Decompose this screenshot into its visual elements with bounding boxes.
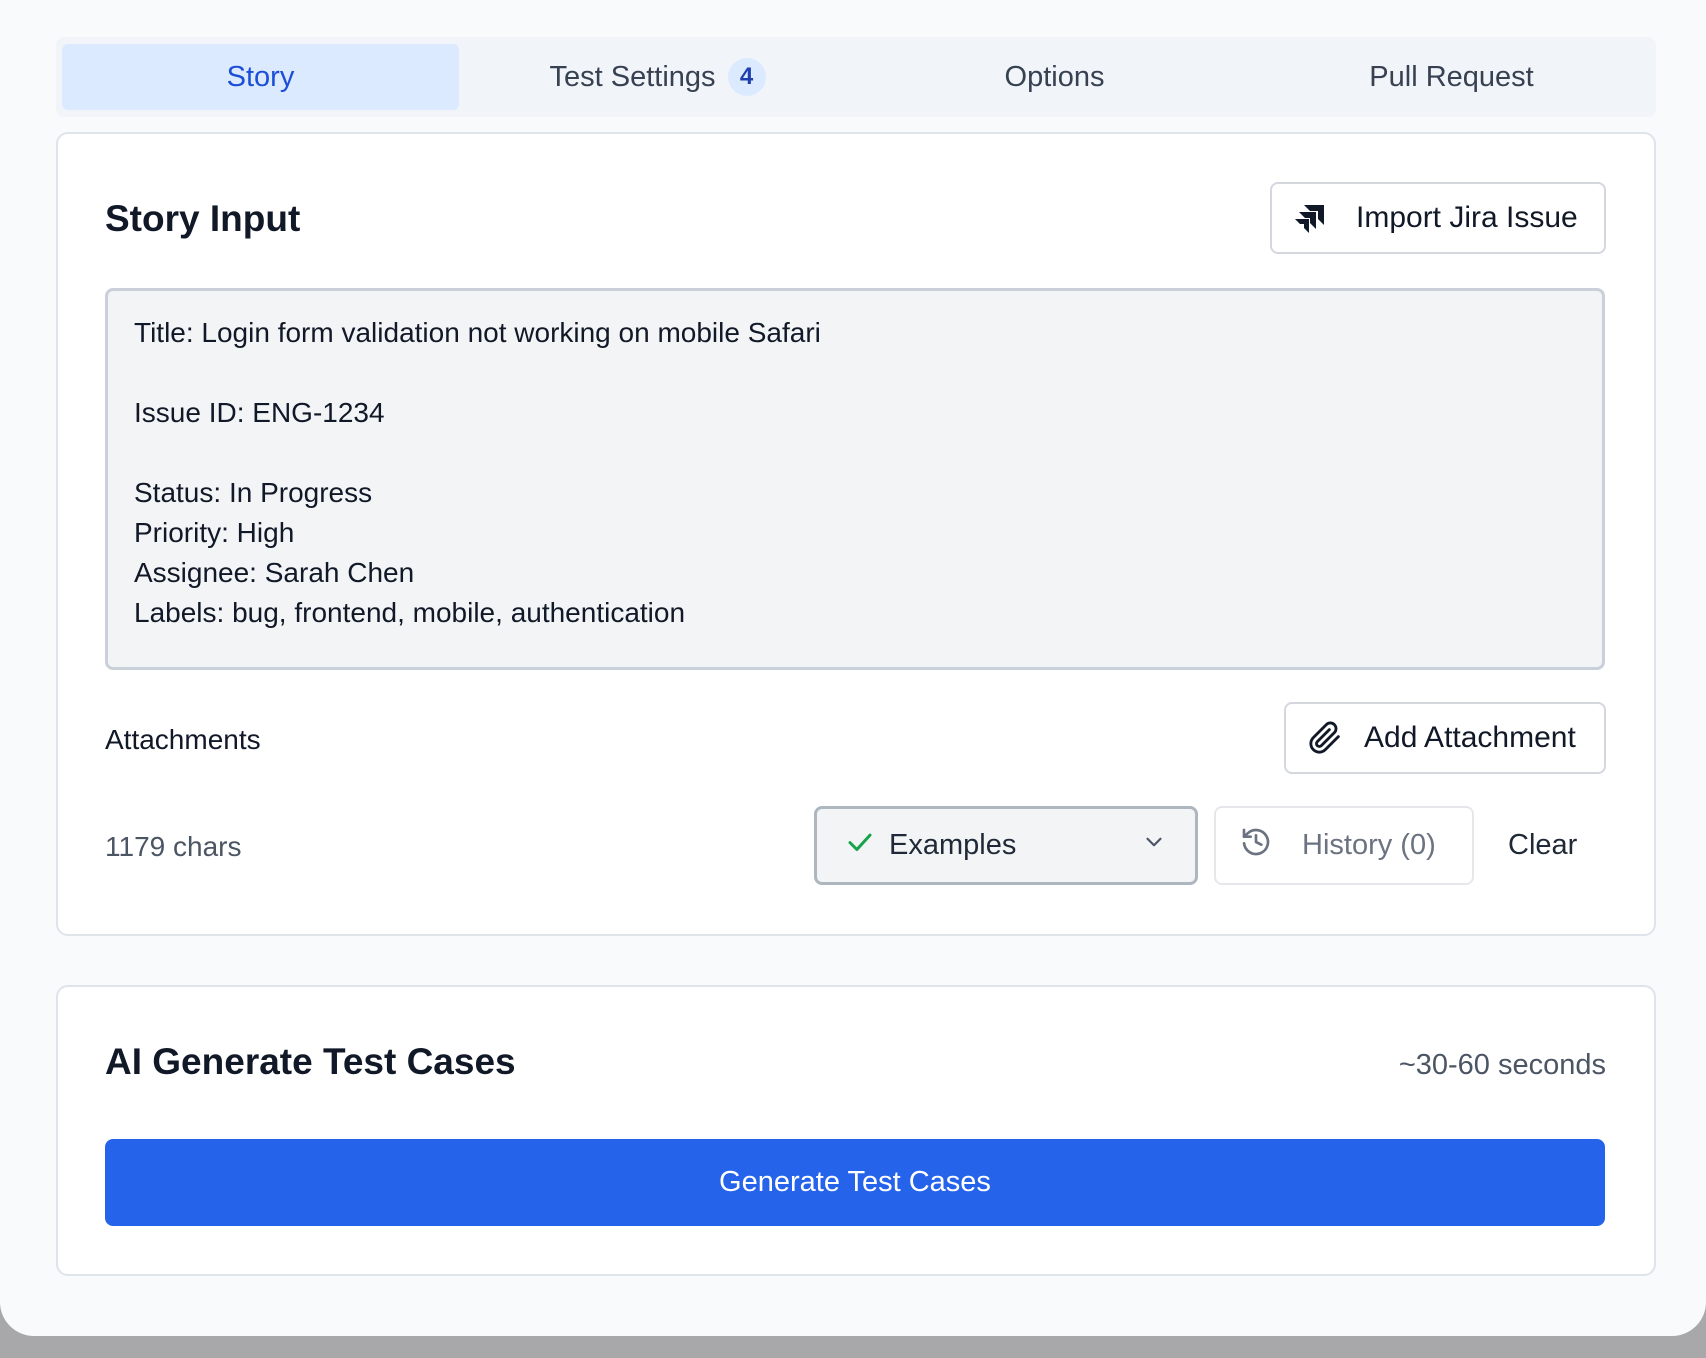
tab-bar: Story Test Settings 4 Options Pull Reque…	[56, 37, 1656, 117]
jira-icon	[1294, 201, 1330, 235]
count-badge: 4	[727, 58, 766, 96]
chevron-down-icon	[1141, 829, 1167, 863]
attachments-label: Attachments	[105, 724, 261, 755]
import-jira-button[interactable]: Import Jira Issue	[1270, 182, 1606, 254]
paperclip-icon	[1308, 721, 1342, 755]
history-icon	[1240, 826, 1272, 866]
tab-options[interactable]: Options	[856, 44, 1253, 110]
clear-button[interactable]: Clear	[1508, 806, 1577, 885]
eta-label: ~30-60 seconds	[1398, 1049, 1606, 1081]
tab-label: Options	[1004, 60, 1105, 93]
tab-story[interactable]: Story	[62, 44, 459, 110]
ai-generate-card: AI Generate Test Cases ~30-60 seconds Ge…	[56, 985, 1656, 1276]
tab-label: Story	[226, 60, 295, 93]
story-input-card: Story Input Import Jira Issue Title: Log…	[56, 132, 1656, 936]
examples-label: Examples	[889, 829, 1017, 861]
ai-generate-title: AI Generate Test Cases	[105, 1041, 516, 1082]
import-jira-label: Import Jira Issue	[1356, 201, 1578, 234]
generate-test-cases-button[interactable]: Generate Test Cases	[105, 1139, 1605, 1226]
history-button[interactable]: History (0)	[1214, 806, 1474, 885]
tab-label: Pull Request	[1369, 60, 1534, 93]
add-attachment-label: Add Attachment	[1364, 721, 1576, 754]
tab-label: Test Settings	[549, 60, 716, 93]
char-count: 1179 chars	[105, 831, 242, 862]
tab-pull-request[interactable]: Pull Request	[1253, 44, 1650, 110]
story-input-title: Story Input	[105, 198, 301, 239]
tab-test-settings[interactable]: Test Settings 4	[459, 44, 856, 110]
examples-dropdown[interactable]: Examples	[814, 806, 1198, 885]
add-attachment-button[interactable]: Add Attachment	[1284, 702, 1606, 774]
history-label: History (0)	[1302, 829, 1436, 861]
check-icon	[845, 827, 875, 865]
app-window: Story Test Settings 4 Options Pull Reque…	[0, 0, 1706, 1336]
story-textarea[interactable]: Title: Login form validation not working…	[105, 288, 1605, 670]
